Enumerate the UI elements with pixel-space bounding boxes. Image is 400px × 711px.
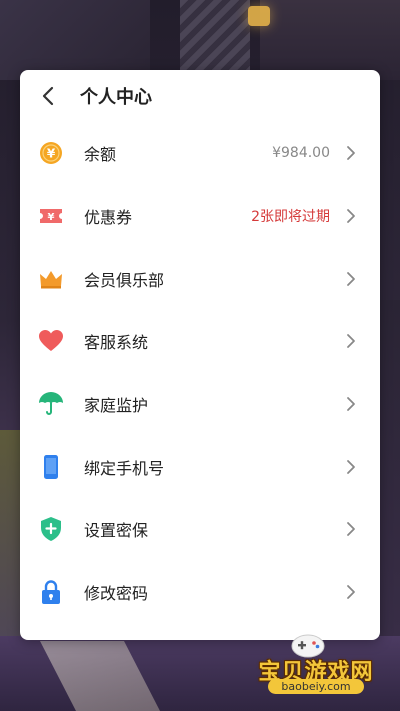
back-button[interactable]: [36, 84, 60, 108]
chevron-right-icon: [344, 458, 358, 476]
page-title: 个人中心: [80, 87, 152, 108]
chevron-right-icon: [344, 332, 358, 350]
chevron-right-icon: [344, 395, 358, 413]
menu-item-label: 绑定手机号: [84, 458, 165, 478]
chevron-right-icon: [344, 270, 358, 288]
svg-text:¥: ¥: [47, 147, 56, 161]
menu-item-member-club[interactable]: 会员俱乐部: [20, 247, 380, 310]
chevron-right-icon: [344, 207, 358, 225]
menu-item-coupons[interactable]: ¥ 优惠券 2张即将过期: [20, 185, 380, 248]
menu-item-change-password[interactable]: 修改密码: [20, 561, 380, 624]
settings-menu: ¥ 余额 ¥984.00 ¥ 优惠券 2张即将过期 会员俱乐部 客服系统 家庭监…: [20, 122, 380, 624]
crown-icon: [38, 266, 64, 292]
chevron-left-icon: [42, 86, 54, 106]
menu-item-family-guard[interactable]: 家庭监护: [20, 373, 380, 436]
heart-icon: [38, 328, 64, 354]
phone-icon: [38, 454, 64, 480]
lock-icon: [38, 579, 64, 605]
umbrella-icon: [38, 391, 64, 417]
coupon-icon: ¥: [38, 203, 64, 229]
background-tower-right: [260, 0, 400, 80]
menu-item-label: 会员俱乐部: [84, 270, 165, 290]
chevron-right-icon: [344, 583, 358, 601]
coin-icon: ¥: [38, 140, 64, 166]
background-tower-left: [0, 0, 150, 80]
menu-item-bind-phone[interactable]: 绑定手机号: [20, 435, 380, 498]
menu-item-label: 设置密保: [84, 521, 149, 541]
dialog-header: 个人中心: [20, 70, 380, 122]
menu-item-label: 客服系统: [84, 333, 149, 353]
site-watermark: 宝贝游戏网 baobeiy.com: [242, 632, 390, 696]
chevron-right-icon: [344, 520, 358, 538]
personal-center-dialog: 个人中心 ¥ 余额 ¥984.00 ¥ 优惠券 2张即将过期 会员俱乐部 客服系…: [20, 70, 380, 640]
shield-icon: [38, 516, 64, 542]
menu-item-customer-service[interactable]: 客服系统: [20, 310, 380, 373]
menu-item-security-question[interactable]: 设置密保: [20, 498, 380, 561]
menu-item-label: 家庭监护: [84, 396, 149, 416]
menu-item-label: 余额: [84, 145, 117, 165]
svg-text:¥: ¥: [48, 212, 55, 223]
chevron-right-icon: [344, 144, 358, 162]
background-stairs: [180, 0, 250, 75]
coupon-expiry-notice: 2张即将过期: [251, 209, 330, 226]
background-lamp: [248, 6, 270, 26]
menu-item-label: 优惠券: [84, 208, 133, 228]
watermark-url: baobeiy.com: [268, 679, 364, 694]
balance-value: ¥984.00: [272, 145, 330, 162]
menu-item-label: 修改密码: [84, 584, 149, 604]
menu-item-balance[interactable]: ¥ 余额 ¥984.00: [20, 122, 380, 185]
